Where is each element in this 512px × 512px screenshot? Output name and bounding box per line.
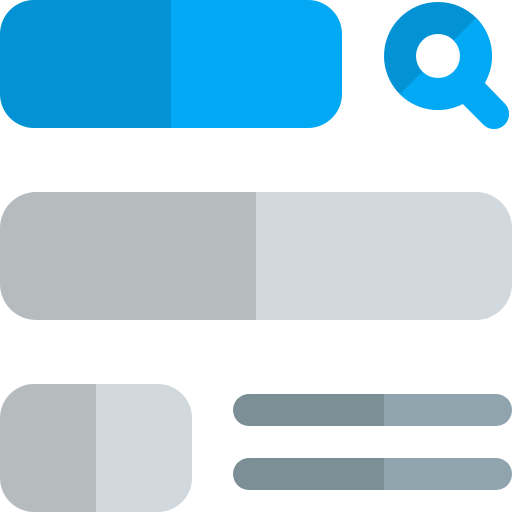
text-line-shape [233,458,512,490]
result-banner-shape[interactable] [0,192,512,320]
search-icon[interactable] [384,2,509,129]
thumbnail-shape[interactable] [0,384,192,512]
icon-canvas [0,0,512,512]
text-line-shape [233,394,512,426]
search-results-layout-icon [0,0,512,512]
search-bar-shape[interactable] [0,0,342,128]
